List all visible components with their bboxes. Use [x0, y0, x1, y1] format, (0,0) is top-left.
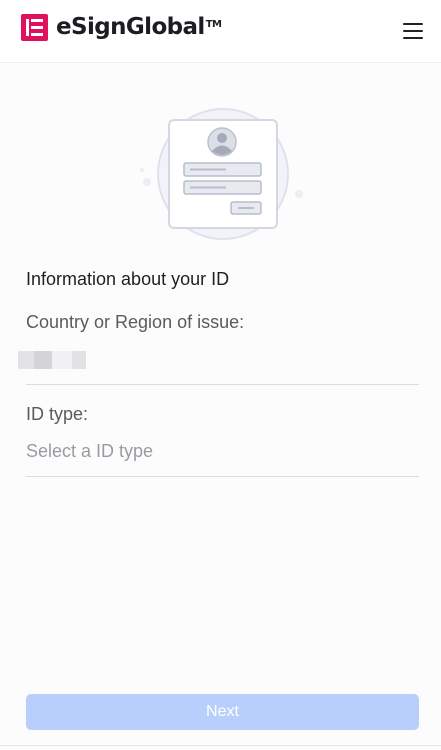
id-type-select[interactable]: Select a ID type	[26, 441, 419, 465]
id-type-label: ID type:	[26, 404, 89, 424]
brand-name: eSignGlobalTM	[56, 14, 222, 40]
id-type-divider	[26, 476, 419, 477]
section-title: Information about your ID	[26, 269, 230, 289]
next-button[interactable]: Next	[26, 694, 419, 730]
country-label: Country or Region of issue:	[26, 312, 245, 332]
country-divider	[26, 384, 419, 385]
country-value-redacted	[18, 351, 86, 369]
esignglobal-logo-icon	[21, 14, 48, 41]
id-card-illustration	[140, 108, 303, 240]
app-header: eSignGlobalTM	[0, 0, 441, 63]
bottom-divider	[0, 745, 441, 746]
hamburger-menu-icon[interactable]	[400, 19, 426, 43]
